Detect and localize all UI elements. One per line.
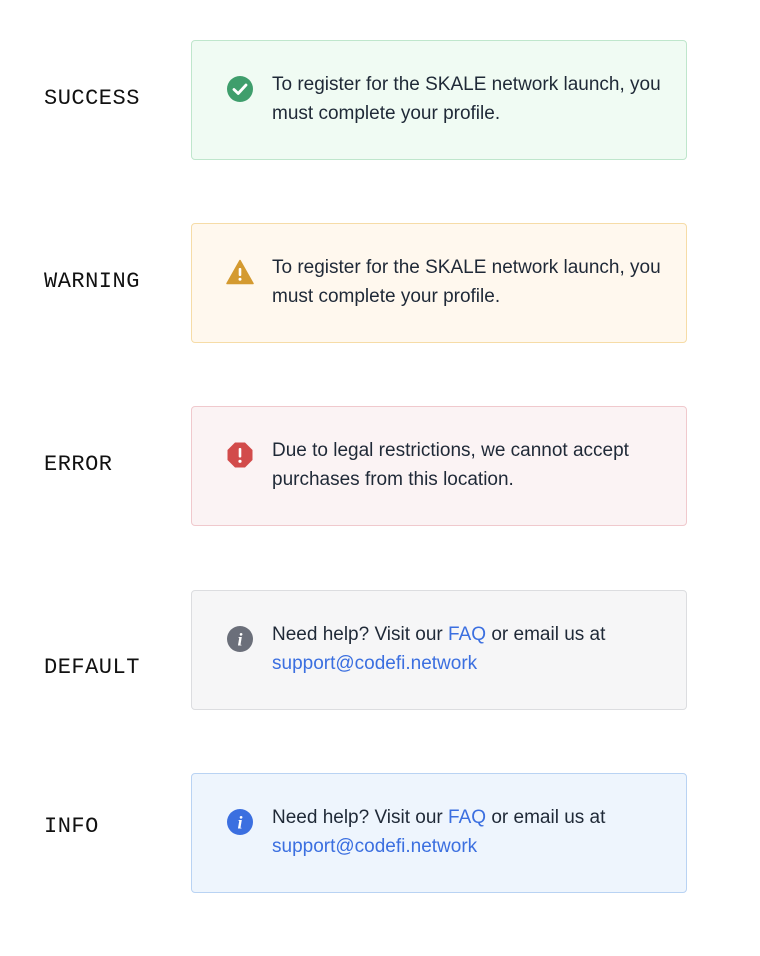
label-default: DEFAULT [44, 655, 140, 680]
success-alert: To register for the SKALE network launch… [191, 40, 687, 160]
alert-message: Need help? Visit our FAQ or email us at s… [272, 620, 672, 678]
message-prefix: Need help? Visit our [272, 807, 449, 828]
svg-text:i: i [237, 813, 242, 833]
support-email-link[interactable]: support@codefi.network [272, 653, 477, 674]
label-success: SUCCESS [44, 86, 140, 111]
error-octagon-icon [226, 441, 254, 469]
alert-message: Need help? Visit our FAQ or email us at s… [272, 803, 672, 861]
warning-triangle-icon [226, 258, 254, 286]
alert-message: To register for the SKALE network launch… [272, 74, 661, 124]
label-error: ERROR [44, 452, 113, 477]
alert-message: To register for the SKALE network launch… [272, 257, 661, 307]
message-prefix: Need help? Visit our [272, 624, 449, 645]
message-mid: or email us at [486, 807, 606, 828]
info-circle-icon: i [226, 625, 254, 653]
svg-text:i: i [237, 630, 242, 650]
alert-message: Due to legal restrictions, we cannot acc… [272, 440, 629, 490]
info-alert: i Need help? Visit our FAQ or email us a… [191, 773, 687, 893]
faq-link[interactable]: FAQ [448, 624, 486, 645]
support-email-link[interactable]: support@codefi.network [272, 836, 477, 857]
faq-link[interactable]: FAQ [448, 807, 486, 828]
check-circle-icon [226, 75, 254, 103]
default-alert: i Need help? Visit our FAQ or email us a… [191, 590, 687, 710]
info-circle-icon: i [226, 808, 254, 836]
label-warning: WARNING [44, 269, 140, 294]
warning-alert: To register for the SKALE network launch… [191, 223, 687, 343]
label-info: INFO [44, 814, 99, 839]
message-mid: or email us at [486, 624, 606, 645]
error-alert: Due to legal restrictions, we cannot acc… [191, 406, 687, 526]
